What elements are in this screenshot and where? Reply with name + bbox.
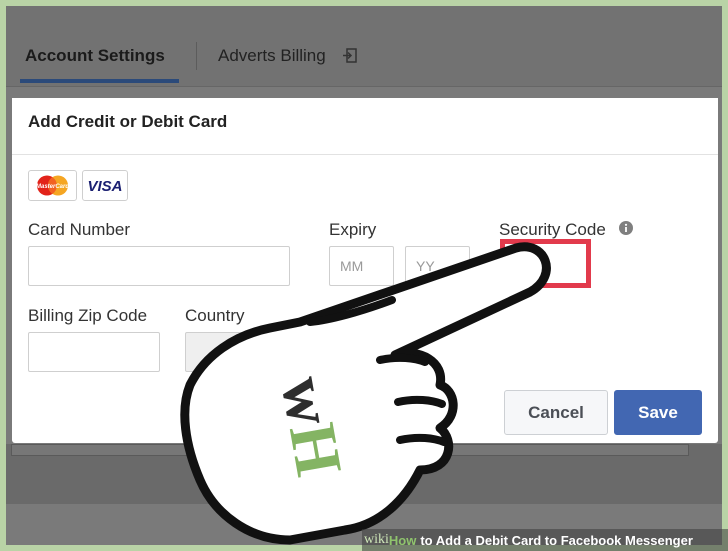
add-card-dialog: Add Credit or Debit Card MasterCard VISA… xyxy=(12,98,718,443)
billing-zip-input[interactable] xyxy=(28,332,160,372)
mastercard-logo: MasterCard xyxy=(28,170,77,201)
expiry-month-placeholder: MM xyxy=(340,258,364,274)
caption-title: to Add a Debit Card to Facebook Messenge… xyxy=(420,532,693,548)
save-button[interactable]: Save xyxy=(614,390,702,435)
caption-how: How xyxy=(388,532,417,548)
country-label: Country xyxy=(185,306,245,325)
tab-adverts-billing[interactable]: Adverts Billing xyxy=(218,46,326,66)
background-field xyxy=(11,444,689,456)
external-link-icon[interactable] xyxy=(342,48,357,63)
dialog-header: Add Credit or Debit Card xyxy=(12,98,718,155)
mastercard-text: MasterCard xyxy=(36,184,69,190)
settings-tab-bar: Account Settings Adverts Billing xyxy=(6,6,722,87)
tab-account-settings[interactable]: Account Settings xyxy=(25,46,165,66)
info-icon[interactable] xyxy=(619,221,633,235)
card-number-label: Card Number xyxy=(28,220,131,239)
card-number-input[interactable] xyxy=(28,246,290,286)
cancel-button[interactable]: Cancel xyxy=(504,390,608,435)
visa-text: VISA xyxy=(87,178,122,195)
expiry-month-input[interactable]: MM xyxy=(329,246,394,286)
expiry-label: Expiry xyxy=(329,220,377,239)
wikihow-caption-bar: wiki How to Add a Debit Card to Facebook… xyxy=(362,529,728,551)
security-code-label: Security Code xyxy=(499,220,606,239)
caption-site: wiki xyxy=(364,532,389,547)
screenshot-frame: Account Settings Adverts Billing Add Cre… xyxy=(6,6,722,545)
country-select[interactable] xyxy=(185,332,297,372)
tab-divider xyxy=(196,42,197,70)
security-code-input[interactable] xyxy=(500,239,591,288)
expiry-year-input[interactable]: YY xyxy=(405,246,470,286)
visa-logo: VISA xyxy=(82,170,128,201)
dialog-title: Add Credit or Debit Card xyxy=(28,112,228,131)
expiry-year-placeholder: YY xyxy=(416,258,435,274)
active-tab-indicator xyxy=(20,79,179,83)
billing-zip-label: Billing Zip Code xyxy=(28,306,148,325)
